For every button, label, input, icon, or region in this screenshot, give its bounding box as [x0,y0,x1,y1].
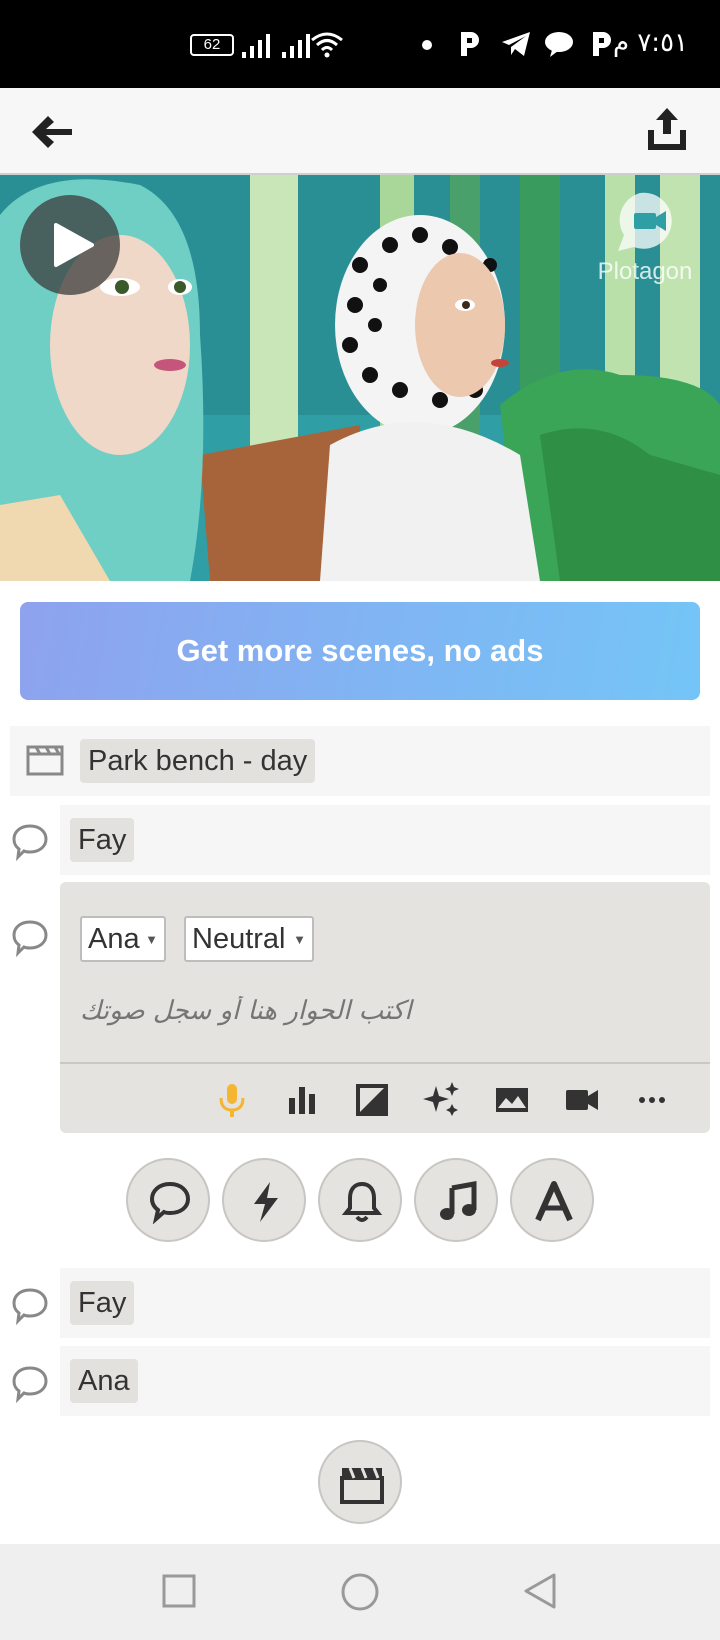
add-sound-effect-button[interactable] [318,1158,402,1242]
dialogue-icon [149,1181,191,1224]
dialogue-line-fay[interactable]: Fay [60,805,710,875]
battery-icon: 62 [190,34,234,56]
plotagon-logo [618,192,672,251]
mood-dropdown-value: Neutral [192,923,286,955]
add-scene-button[interactable] [318,1440,402,1524]
dialogue-toolbar [60,1062,710,1133]
app-p-icon [593,32,611,56]
dropdown-arrow-icon: ▼ [145,932,158,947]
dialogue-line-ana[interactable]: Ana [60,1346,710,1416]
telegram-icon [502,32,530,56]
clapperboard-icon [26,745,64,776]
character-dropdown-value: Ana [88,923,140,955]
mood-dropdown[interactable]: Neutral ▼ [184,916,314,962]
more-icon[interactable] [630,1078,674,1122]
dialogue-input[interactable] [80,986,680,1036]
sound-effect-icon [341,1181,383,1222]
wifi-icon [311,32,343,58]
get-more-scenes-button[interactable]: Get more scenes, no ads [20,602,700,700]
music-icon [440,1181,477,1220]
dialogue-line-fay[interactable]: Fay [60,1268,710,1338]
clock: ٧:٥١ م [612,28,688,58]
system-nav-bar [0,1544,720,1640]
play-button[interactable] [20,195,120,295]
dropdown-arrow-icon: ▼ [293,932,306,947]
plotagon-watermark: Plotagon [580,189,710,286]
speech-bubble-icon [12,824,48,862]
video-preview[interactable]: Plotagon [0,175,720,581]
clapperboard-icon [340,1467,384,1504]
speech-bubble-icon [12,1366,48,1404]
watermark-text: Plotagon [597,258,693,285]
character-chip[interactable]: Fay [70,1281,135,1325]
text-icon [535,1181,573,1222]
add-text-button[interactable] [510,1158,594,1242]
chat-icon [545,32,573,57]
dot-icon [422,40,432,50]
image-contrast-icon[interactable] [350,1078,394,1122]
character-chip[interactable]: Ana [70,1359,138,1403]
add-action-button[interactable] [222,1158,306,1242]
add-dialogue-button[interactable] [126,1158,210,1242]
app-p-icon [461,32,479,56]
recent-apps-icon[interactable] [162,1574,196,1608]
character-chip[interactable]: Fay [70,818,135,862]
landscape-icon[interactable] [490,1078,534,1122]
back-icon[interactable] [522,1572,558,1610]
scene-name-chip[interactable]: Park bench - day [80,739,316,783]
action-icon [254,1182,278,1222]
sparkle-icon[interactable] [420,1078,464,1122]
character-dropdown[interactable]: Ana ▼ [80,916,166,962]
dialogue-editor: Ana ▼ Neutral ▼ [60,882,710,1133]
status-bar: 62 ٧:٥١ م [0,0,720,88]
home-icon[interactable] [340,1572,380,1612]
play-icon [54,223,94,267]
video-camera-icon[interactable] [560,1078,604,1122]
bar-chart-icon[interactable] [280,1078,324,1122]
back-arrow-icon[interactable] [30,114,74,150]
top-bar [0,88,720,175]
share-icon[interactable] [644,106,690,152]
microphone-icon[interactable] [210,1078,254,1122]
speech-bubble-icon [12,920,48,958]
add-music-button[interactable] [414,1158,498,1242]
scene-row[interactable]: Park bench - day [10,726,710,796]
speech-bubble-icon [12,1288,48,1326]
